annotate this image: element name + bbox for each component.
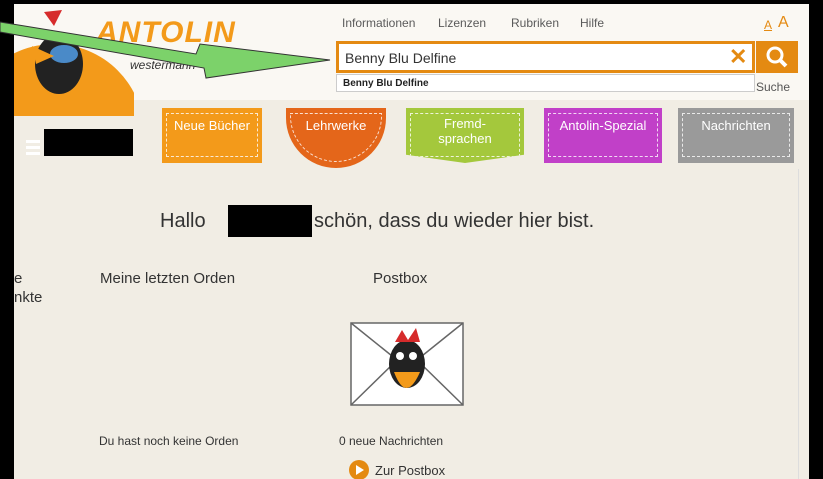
annotation-arrow	[0, 21, 331, 79]
